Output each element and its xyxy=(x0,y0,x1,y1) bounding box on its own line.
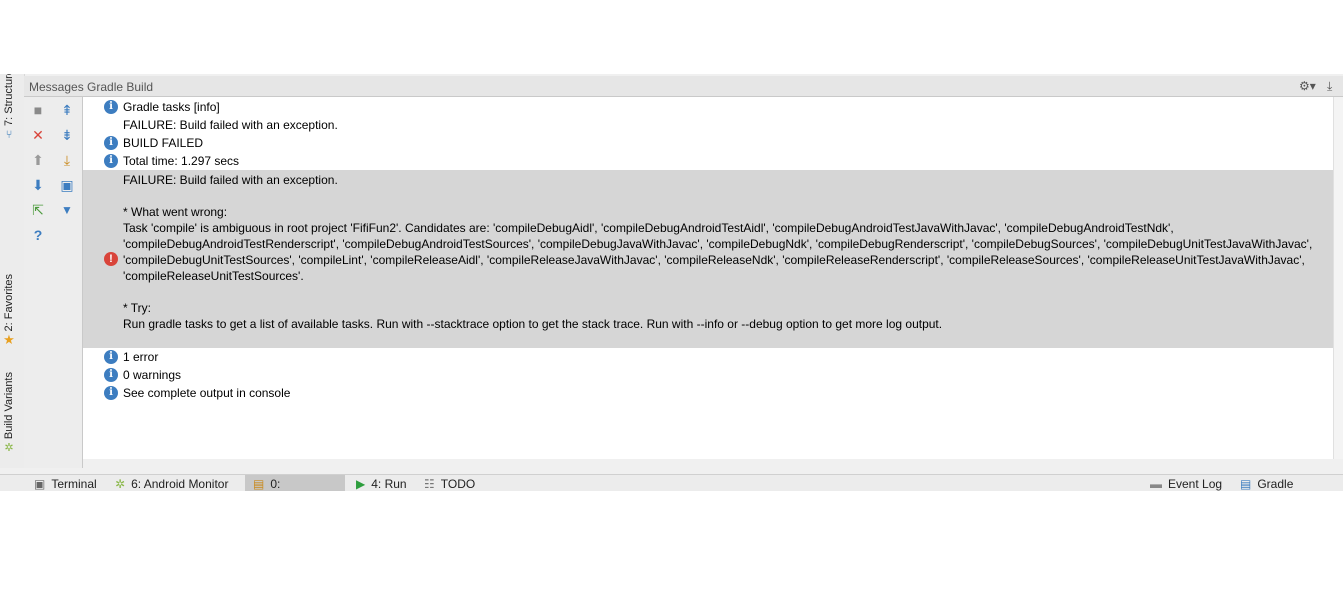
download-icon[interactable]: ⤓ xyxy=(59,152,75,168)
close-icon[interactable]: ✕ xyxy=(30,127,46,143)
event-log-icon: ▬ xyxy=(1150,477,1162,491)
error-line: Run gradle tasks to get a list of availa… xyxy=(123,317,943,331)
error-line: * Try: xyxy=(123,301,152,315)
tab-event-log[interactable]: ▬ Event Log xyxy=(1142,475,1230,491)
tab-android-monitor[interactable]: ✲ 6: Android Monitor xyxy=(107,475,236,491)
message-text: Gradle tasks [info] xyxy=(123,100,220,114)
message-text: Total time: 1.297 secs xyxy=(123,154,240,168)
run-icon: ▶ xyxy=(356,477,366,491)
side-tab-structure-label: 7: Structure xyxy=(3,74,15,126)
message-text: BUILD FAILED xyxy=(123,136,204,150)
collapse-all-icon[interactable]: ⇟ xyxy=(59,127,75,143)
side-tab-build-variants[interactable]: Build Variants ✲ xyxy=(3,372,15,454)
message-text: 0 warnings xyxy=(123,368,182,382)
side-tab-favorites[interactable]: 2: Favorites ★ xyxy=(3,274,15,346)
bottom-tool-bar: ▣ Terminal ✲ 6: Android Monitor ▤ 0: Mes… xyxy=(0,474,1343,491)
message-row[interactable]: i 0 warnings xyxy=(83,366,1333,384)
terminal-icon: ▣ xyxy=(34,477,46,491)
tab-terminal-label: Terminal xyxy=(51,477,97,491)
message-row[interactable]: i Gradle tasks [info] xyxy=(83,98,1333,116)
error-line: 'compileDebugAndroidTestRenderscript', '… xyxy=(123,237,1313,251)
structure-icon: ⑂ xyxy=(5,129,13,141)
error-line: 'compileReleaseUnitTestSources'. xyxy=(123,269,304,283)
error-line: FAILURE: Build failed with an exception. xyxy=(123,173,338,187)
messages-icon: ▤ xyxy=(253,477,265,491)
next-message-icon[interactable]: ⬇ xyxy=(30,177,46,193)
tab-terminal[interactable]: ▣ Terminal xyxy=(26,475,105,491)
tab-gradle-console-label: Gradle Console xyxy=(1257,477,1294,491)
export-icon[interactable]: ⇱ xyxy=(30,202,46,218)
info-icon: i xyxy=(104,368,118,382)
messages-toolbar: ■ ✕ ⬆ ⬇ ⇱ ? ⇞ ⇟ ⤓ ▣ ▼ xyxy=(24,97,83,468)
android-icon: ✲ xyxy=(115,477,126,491)
info-icon: i xyxy=(104,154,118,168)
tool-window-header: Messages Gradle Build ⚙▾ ⤓ xyxy=(24,76,1343,97)
star-icon: ★ xyxy=(3,332,15,348)
android-studio-window: 7: Structure ⑂ 2: Favorites ★ Build Vari… xyxy=(0,74,1343,491)
error-line: * What went wrong: xyxy=(123,205,228,219)
message-text: See complete output in console xyxy=(123,386,291,400)
tab-gradle-console[interactable]: ▤ Gradle Console xyxy=(1232,475,1343,491)
message-row[interactable]: i See complete output in console xyxy=(83,384,1333,402)
message-text: 1 error xyxy=(123,350,159,364)
message-row[interactable]: i Total time: 1.297 secs xyxy=(83,152,1333,170)
error-icon: ! xyxy=(104,252,118,266)
tab-todo-label: TODO xyxy=(440,477,476,491)
tab-messages-label: 0: Messages xyxy=(270,477,281,491)
android-icon: ✲ xyxy=(4,442,14,455)
tool-window-title: Messages Gradle Build xyxy=(29,80,154,94)
tab-messages[interactable]: ▤ 0: Messages xyxy=(245,475,345,491)
stop-icon[interactable]: ■ xyxy=(30,102,46,118)
left-tool-strip: 7: Structure ⑂ 2: Favorites ★ Build Vari… xyxy=(0,74,25,468)
hide-panel-icon[interactable]: ⤓ xyxy=(1327,79,1332,94)
expand-all-icon[interactable]: ⇞ xyxy=(59,102,75,118)
preview-icon[interactable]: ▣ xyxy=(59,177,75,193)
info-icon: i xyxy=(104,386,118,400)
error-line: 'compileDebugUnitTestSources', 'compileL… xyxy=(123,253,1305,267)
todo-icon: ☷ xyxy=(424,477,435,491)
error-line: Task 'compile' is ambiguous in root proj… xyxy=(123,221,1174,235)
vertical-scrollbar[interactable] xyxy=(1333,97,1343,459)
help-icon[interactable]: ? xyxy=(30,227,46,243)
message-row[interactable]: FAILURE: Build failed with an exception. xyxy=(83,116,1333,134)
error-message-selected[interactable]: ! FAILURE: Build failed with an exceptio… xyxy=(83,170,1333,348)
side-tab-structure[interactable]: 7: Structure ⑂ xyxy=(3,74,15,141)
gradle-console-icon: ▤ xyxy=(1240,477,1252,491)
tab-event-log-label: Event Log xyxy=(1168,477,1223,491)
message-row[interactable]: i BUILD FAILED xyxy=(83,134,1333,152)
info-icon: i xyxy=(104,100,118,114)
info-icon: i xyxy=(104,136,118,150)
message-text: FAILURE: Build failed with an exception. xyxy=(123,118,338,132)
tab-todo[interactable]: ☷ TODO xyxy=(416,475,483,491)
settings-gear-icon[interactable]: ⚙▾ xyxy=(1299,79,1316,93)
info-icon: i xyxy=(104,350,118,364)
message-row[interactable]: i 1 error xyxy=(83,348,1333,366)
tab-android-monitor-label: 6: Android Monitor xyxy=(131,477,229,491)
filter-icon[interactable]: ▼ xyxy=(59,202,75,218)
tab-run-label: 4: Run xyxy=(371,477,407,491)
side-tab-favorites-label: 2: Favorites xyxy=(3,274,15,332)
previous-message-icon[interactable]: ⬆ xyxy=(30,152,46,168)
tab-run[interactable]: ▶ 4: Run xyxy=(348,475,415,491)
side-tab-build-variants-label: Build Variants xyxy=(3,372,15,440)
messages-tree: i Gradle tasks [info] FAILURE: Build fai… xyxy=(83,97,1333,459)
